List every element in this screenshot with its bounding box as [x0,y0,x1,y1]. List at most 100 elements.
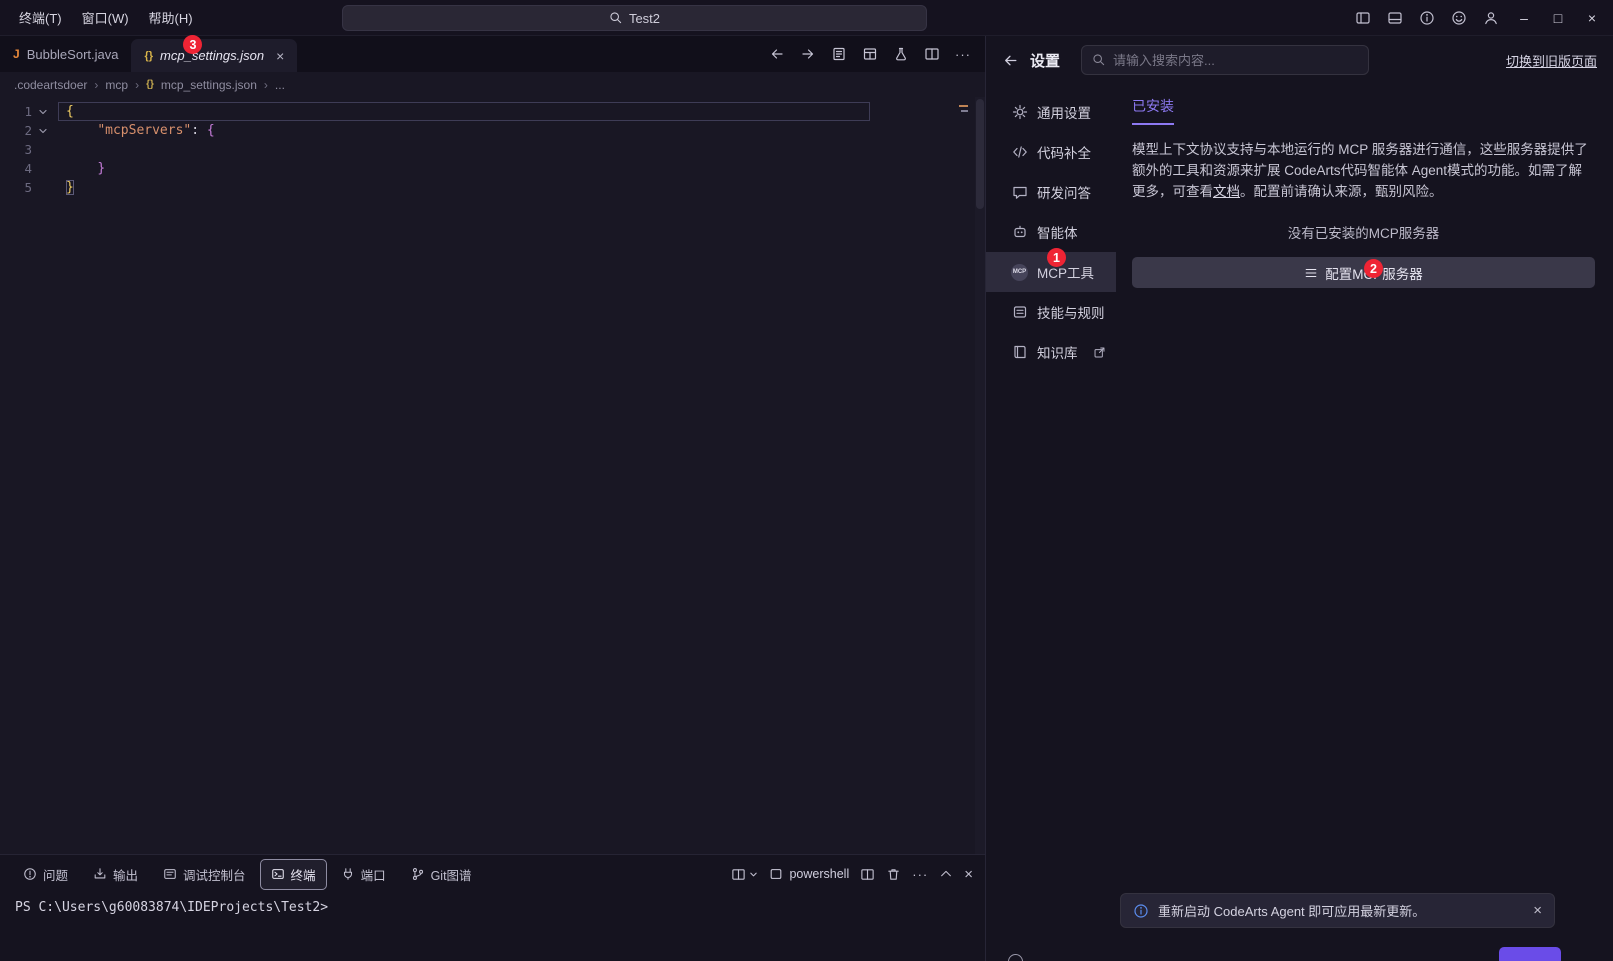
code-line: { [58,102,870,121]
settings-search[interactable] [1081,45,1370,75]
panel-tab-output[interactable]: 输出 [82,859,149,890]
code-line: } [58,178,870,197]
settings-search-input[interactable] [1113,52,1359,68]
info-icon[interactable] [1413,5,1441,31]
breadcrumb-root[interactable]: .codeartsdoer [14,78,87,92]
scrollbar-thumb[interactable] [976,99,984,209]
minimap[interactable] [957,103,972,223]
info-icon [1133,903,1149,919]
close-panel-icon[interactable]: × [964,867,973,882]
layout-panel-icon[interactable] [1381,5,1409,31]
robot-icon [1011,224,1028,241]
breadcrumb-file[interactable]: mcp_settings.json [161,78,257,92]
nav-item-label: MCP工具 [1037,266,1094,281]
nav-item-label: 智能体 [1037,226,1078,241]
description-text: 。配置前请确认来源，甄别风险。 [1240,184,1443,199]
configure-mcp-button[interactable]: 配置MCP服务器 2 [1132,257,1595,288]
server-config-icon [1304,266,1318,280]
nav-item-code-completion[interactable]: 代码补全 [986,132,1116,172]
footer-primary-button-partial[interactable] [1499,947,1561,961]
nav-item-general[interactable]: 通用设置 [986,92,1116,132]
titlebar-search[interactable]: Test2 [342,5,927,31]
nav-item-mcp-tools[interactable]: MCP MCP工具 1 [986,248,1116,292]
settings-header: 设置 切换到旧版页面 [986,36,1613,84]
code-editor[interactable]: 1 2 3 4 5 { "mcpServers": { } } [0,97,985,854]
shell-name: powershell [789,867,850,881]
menu-help[interactable]: 帮助(H) [140,4,202,31]
titlebar: 终端(T) 窗口(W) 帮助(H) Test2 – □ × [0,0,1613,36]
nav-item-skills-rules[interactable]: 技能与规则 [986,292,1116,332]
maximize-panel-icon[interactable] [939,867,953,881]
feedback-smiley-icon[interactable] [1445,5,1473,31]
breadcrumb-separator: › [263,77,268,92]
split-pane-icon[interactable] [860,867,875,882]
notification-text: 重新启动 CodeArts Agent 即可应用最新更新。 [1158,904,1426,919]
code-token: : [191,123,207,138]
mcp-description: 模型上下文协议支持与本地运行的 MCP 服务器进行通信，这些服务器提供了额外的工… [1132,139,1595,202]
settings-body: 通用设置 代码补全 研发问答 智能体 MCP MCP工具 1 技能与规则 知识库… [986,84,1613,961]
search-icon [1092,53,1106,67]
nav-forward-icon[interactable] [796,42,820,66]
search-icon [609,11,623,25]
main-area: J BubbleSort.java {} mcp_settings.json ×… [0,35,1613,961]
fold-chevron-icon[interactable] [32,126,54,136]
menu-bar: 终端(T) 窗口(W) 帮助(H) [0,4,202,31]
terminal-output[interactable]: PS C:\Users\g60083874\IDEProjects\Test2> [0,893,985,961]
kill-terminal-icon[interactable] [886,867,901,882]
close-window-button[interactable]: × [1577,5,1607,31]
nav-back-icon[interactable] [765,42,789,66]
rules-card-icon [1011,304,1028,321]
active-shell[interactable]: powershell [769,867,849,881]
panel-tab-ports[interactable]: 端口 [330,859,397,890]
settings-content: 已安装 模型上下文协议支持与本地运行的 MCP 服务器进行通信，这些服务器提供了… [1116,84,1613,961]
minimize-button[interactable]: – [1509,5,1539,31]
nav-item-label: 代码补全 [1037,146,1091,161]
panel-tab-problems[interactable]: 问题 [12,859,79,890]
line-number: 4 [24,161,32,176]
tab-installed[interactable]: 已安装 [1132,96,1174,125]
chat-icon [1011,184,1028,201]
nav-item-agent[interactable]: 智能体 [986,212,1116,252]
account-icon[interactable] [1477,5,1505,31]
panel-tab-bar: 问题 输出 调试控制台 终端 端口 Git图谱 powershell ··· × [0,855,985,893]
nav-item-dev-qa[interactable]: 研发问答 [986,172,1116,212]
panel-more-icon[interactable]: ··· [912,867,928,882]
nav-item-knowledge-base[interactable]: 知识库 [986,332,1116,372]
docs-link[interactable]: 文档 [1213,184,1240,199]
menu-terminal[interactable]: 终端(T) [10,4,71,31]
tab-label: mcp_settings.json [160,48,265,63]
panel-tab-debug-console[interactable]: 调试控制台 [152,859,257,890]
breadcrumb-separator: › [94,77,99,92]
code-area[interactable]: { "mcpServers": { } } [58,102,870,854]
editor-tab-bar: J BubbleSort.java {} mcp_settings.json ×… [0,35,985,72]
fold-chevron-icon[interactable] [32,107,54,117]
menu-window[interactable]: 窗口(W) [73,4,138,31]
split-terminal-dropdown[interactable] [731,867,758,882]
breadcrumb-more[interactable]: ... [275,78,285,92]
editor-gutter: 1 2 3 4 5 [0,102,58,854]
close-tab-icon[interactable]: × [276,49,284,63]
bottom-panel: 问题 输出 调试控制台 终端 端口 Git图谱 powershell ··· ×… [0,854,985,961]
java-file-icon: J [13,47,20,61]
layout-columns-icon[interactable] [1349,5,1377,31]
more-actions-icon[interactable]: ··· [951,42,975,66]
breadcrumb-folder[interactable]: mcp [105,78,128,92]
panel-tab-terminal[interactable]: 终端 [259,858,327,890]
split-editor-icon[interactable] [920,42,944,66]
line-number: 1 [24,104,32,119]
table-view-icon[interactable] [858,42,882,66]
terminal-prompt: PS C:\Users\g60083874\IDEProjects\Test2> [15,900,329,915]
open-changes-icon[interactable] [827,42,851,66]
tab-mcp-settings-json[interactable]: {} mcp_settings.json × 3 [131,35,298,72]
maximize-button[interactable]: □ [1543,5,1573,31]
editor-scrollbar[interactable] [975,97,985,854]
close-notification-icon[interactable]: × [1533,903,1542,918]
tab-bubblesort-java[interactable]: J BubbleSort.java [0,36,131,72]
back-icon[interactable] [1002,52,1019,69]
switch-legacy-link[interactable]: 切换到旧版页面 [1506,51,1597,70]
panel-tab-git-graph[interactable]: Git图谱 [400,859,483,890]
run-tests-icon[interactable] [889,42,913,66]
titlebar-search-value: Test2 [628,10,661,26]
